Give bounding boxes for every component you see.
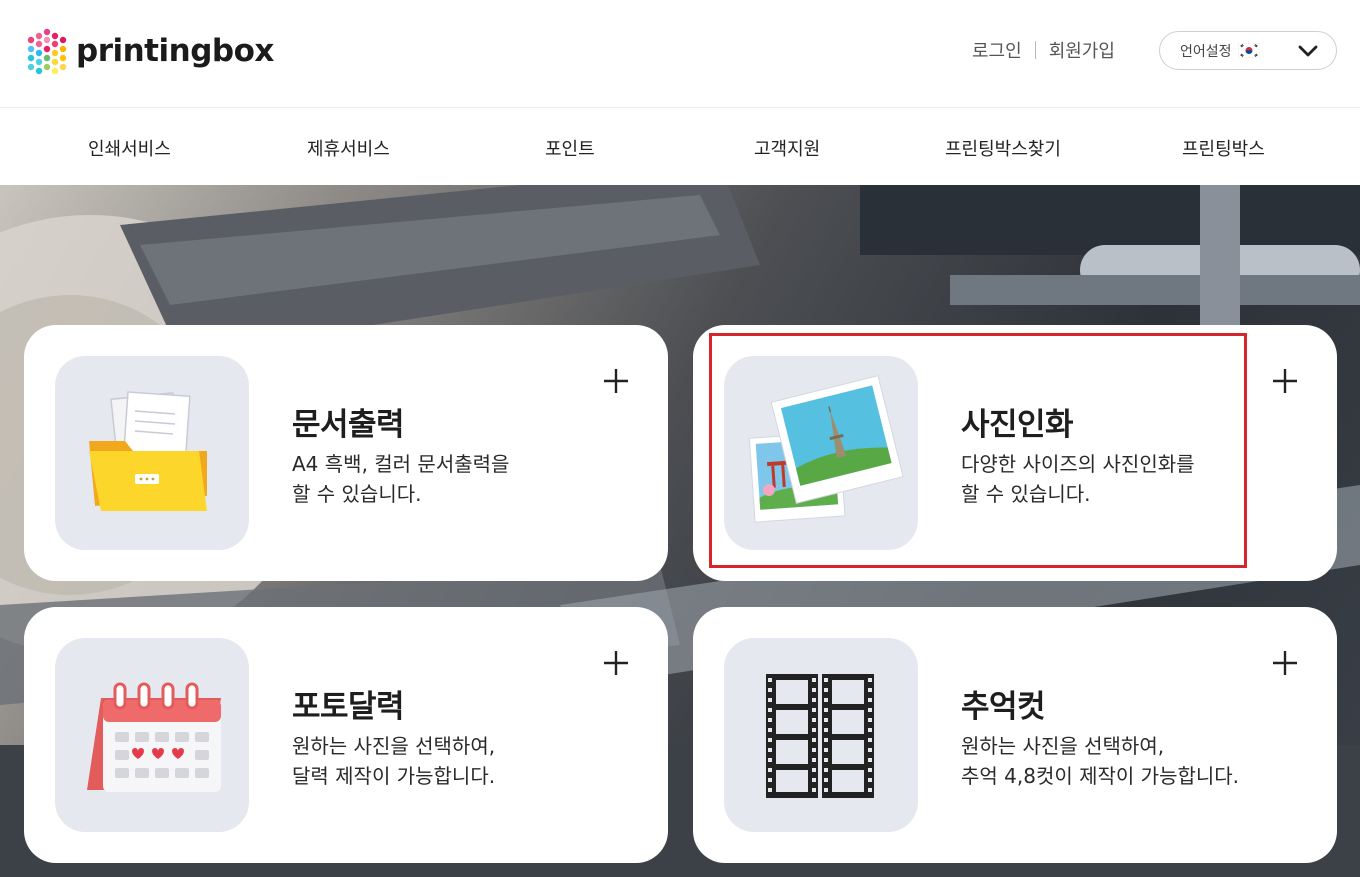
chevron-down-icon (1298, 45, 1318, 57)
plus-icon[interactable] (1271, 367, 1299, 395)
nav-item-customer-support[interactable]: 고객지원 (754, 135, 820, 161)
card-title: 추억컷 (961, 689, 1046, 725)
korea-flag-icon (1237, 43, 1260, 58)
main-nav: 인쇄서비스 제휴서비스 포인트 고객지원 프린팅박스찾기 프린팅박스 (0, 109, 1360, 185)
site-header: printingbox 로그인 회원가입 언어설정 (0, 0, 1360, 108)
nav-item-find-printingbox[interactable]: 프린팅박스찾기 (945, 135, 1061, 161)
card-title: 포토달력 (292, 689, 405, 725)
service-card-photo-calendar[interactable]: 포토달력 원하는 사진을 선택하여, 달력 제작이 가능합니다. (24, 607, 668, 863)
printingbox-logo[interactable]: printingbox (24, 26, 274, 76)
card-description: 원하는 사진을 선택하여, 달력 제작이 가능합니다. (292, 731, 495, 791)
folder-document-icon (55, 356, 249, 550)
language-label: 언어설정 (1180, 43, 1232, 60)
nav-item-print-service[interactable]: 인쇄서비스 (88, 135, 171, 161)
language-selector[interactable]: 언어설정 (1159, 31, 1337, 70)
film-strip-icon (724, 638, 918, 832)
logo-text: printingbox (76, 33, 274, 69)
card-description-line: 원하는 사진을 선택하여, (961, 734, 1165, 758)
nav-item-printingbox[interactable]: 프린팅박스 (1182, 135, 1265, 161)
divider (1034, 41, 1036, 59)
card-description-line: A4 흑백, 컬러 문서출력을 (292, 452, 510, 476)
plus-icon[interactable] (1271, 649, 1299, 677)
card-description-line: 달력 제작이 가능합니다. (292, 764, 496, 788)
card-description: 다양한 사이즈의 사진인화를 할 수 있습니다. (961, 449, 1195, 509)
service-card-document-print[interactable]: 문서출력 A4 흑백, 컬러 문서출력을 할 수 있습니다. (24, 325, 668, 581)
service-card-memory-cut[interactable]: 추억컷 원하는 사진을 선택하여, 추억 4,8컷이 제작이 가능합니다. (693, 607, 1337, 863)
service-card-photo-print[interactable]: 사진인화 다양한 사이즈의 사진인화를 할 수 있습니다. (693, 325, 1337, 581)
plus-icon[interactable] (602, 367, 630, 395)
card-title: 문서출력 (292, 407, 405, 443)
card-description: A4 흑백, 컬러 문서출력을 할 수 있습니다. (292, 449, 509, 509)
nav-item-partner-service[interactable]: 제휴서비스 (307, 135, 390, 161)
auth-links: 로그인 회원가입 (972, 37, 1115, 63)
card-description-line: 추억 4,8컷이 제작이 가능합니다. (961, 764, 1240, 788)
nav-item-point[interactable]: 포인트 (545, 135, 595, 161)
card-description-line: 할 수 있습니다. (292, 482, 422, 506)
plus-icon[interactable] (602, 649, 630, 677)
logo-cube-icon (27, 28, 67, 75)
card-description-line: 할 수 있습니다. (961, 482, 1091, 506)
card-description-line: 원하는 사진을 선택하여, (292, 734, 496, 758)
card-description: 원하는 사진을 선택하여, 추억 4,8컷이 제작이 가능합니다. (961, 731, 1239, 791)
hero-section: 문서출력 A4 흑백, 컬러 문서출력을 할 수 있습니다. 사진인화 다양한 … (0, 185, 1360, 877)
calendar-icon (55, 638, 249, 832)
login-link[interactable]: 로그인 (972, 37, 1022, 63)
card-description-line: 다양한 사이즈의 사진인화를 (961, 452, 1195, 476)
signup-link[interactable]: 회원가입 (1049, 37, 1115, 63)
photo-prints-icon (724, 356, 918, 550)
card-title: 사진인화 (961, 407, 1074, 443)
